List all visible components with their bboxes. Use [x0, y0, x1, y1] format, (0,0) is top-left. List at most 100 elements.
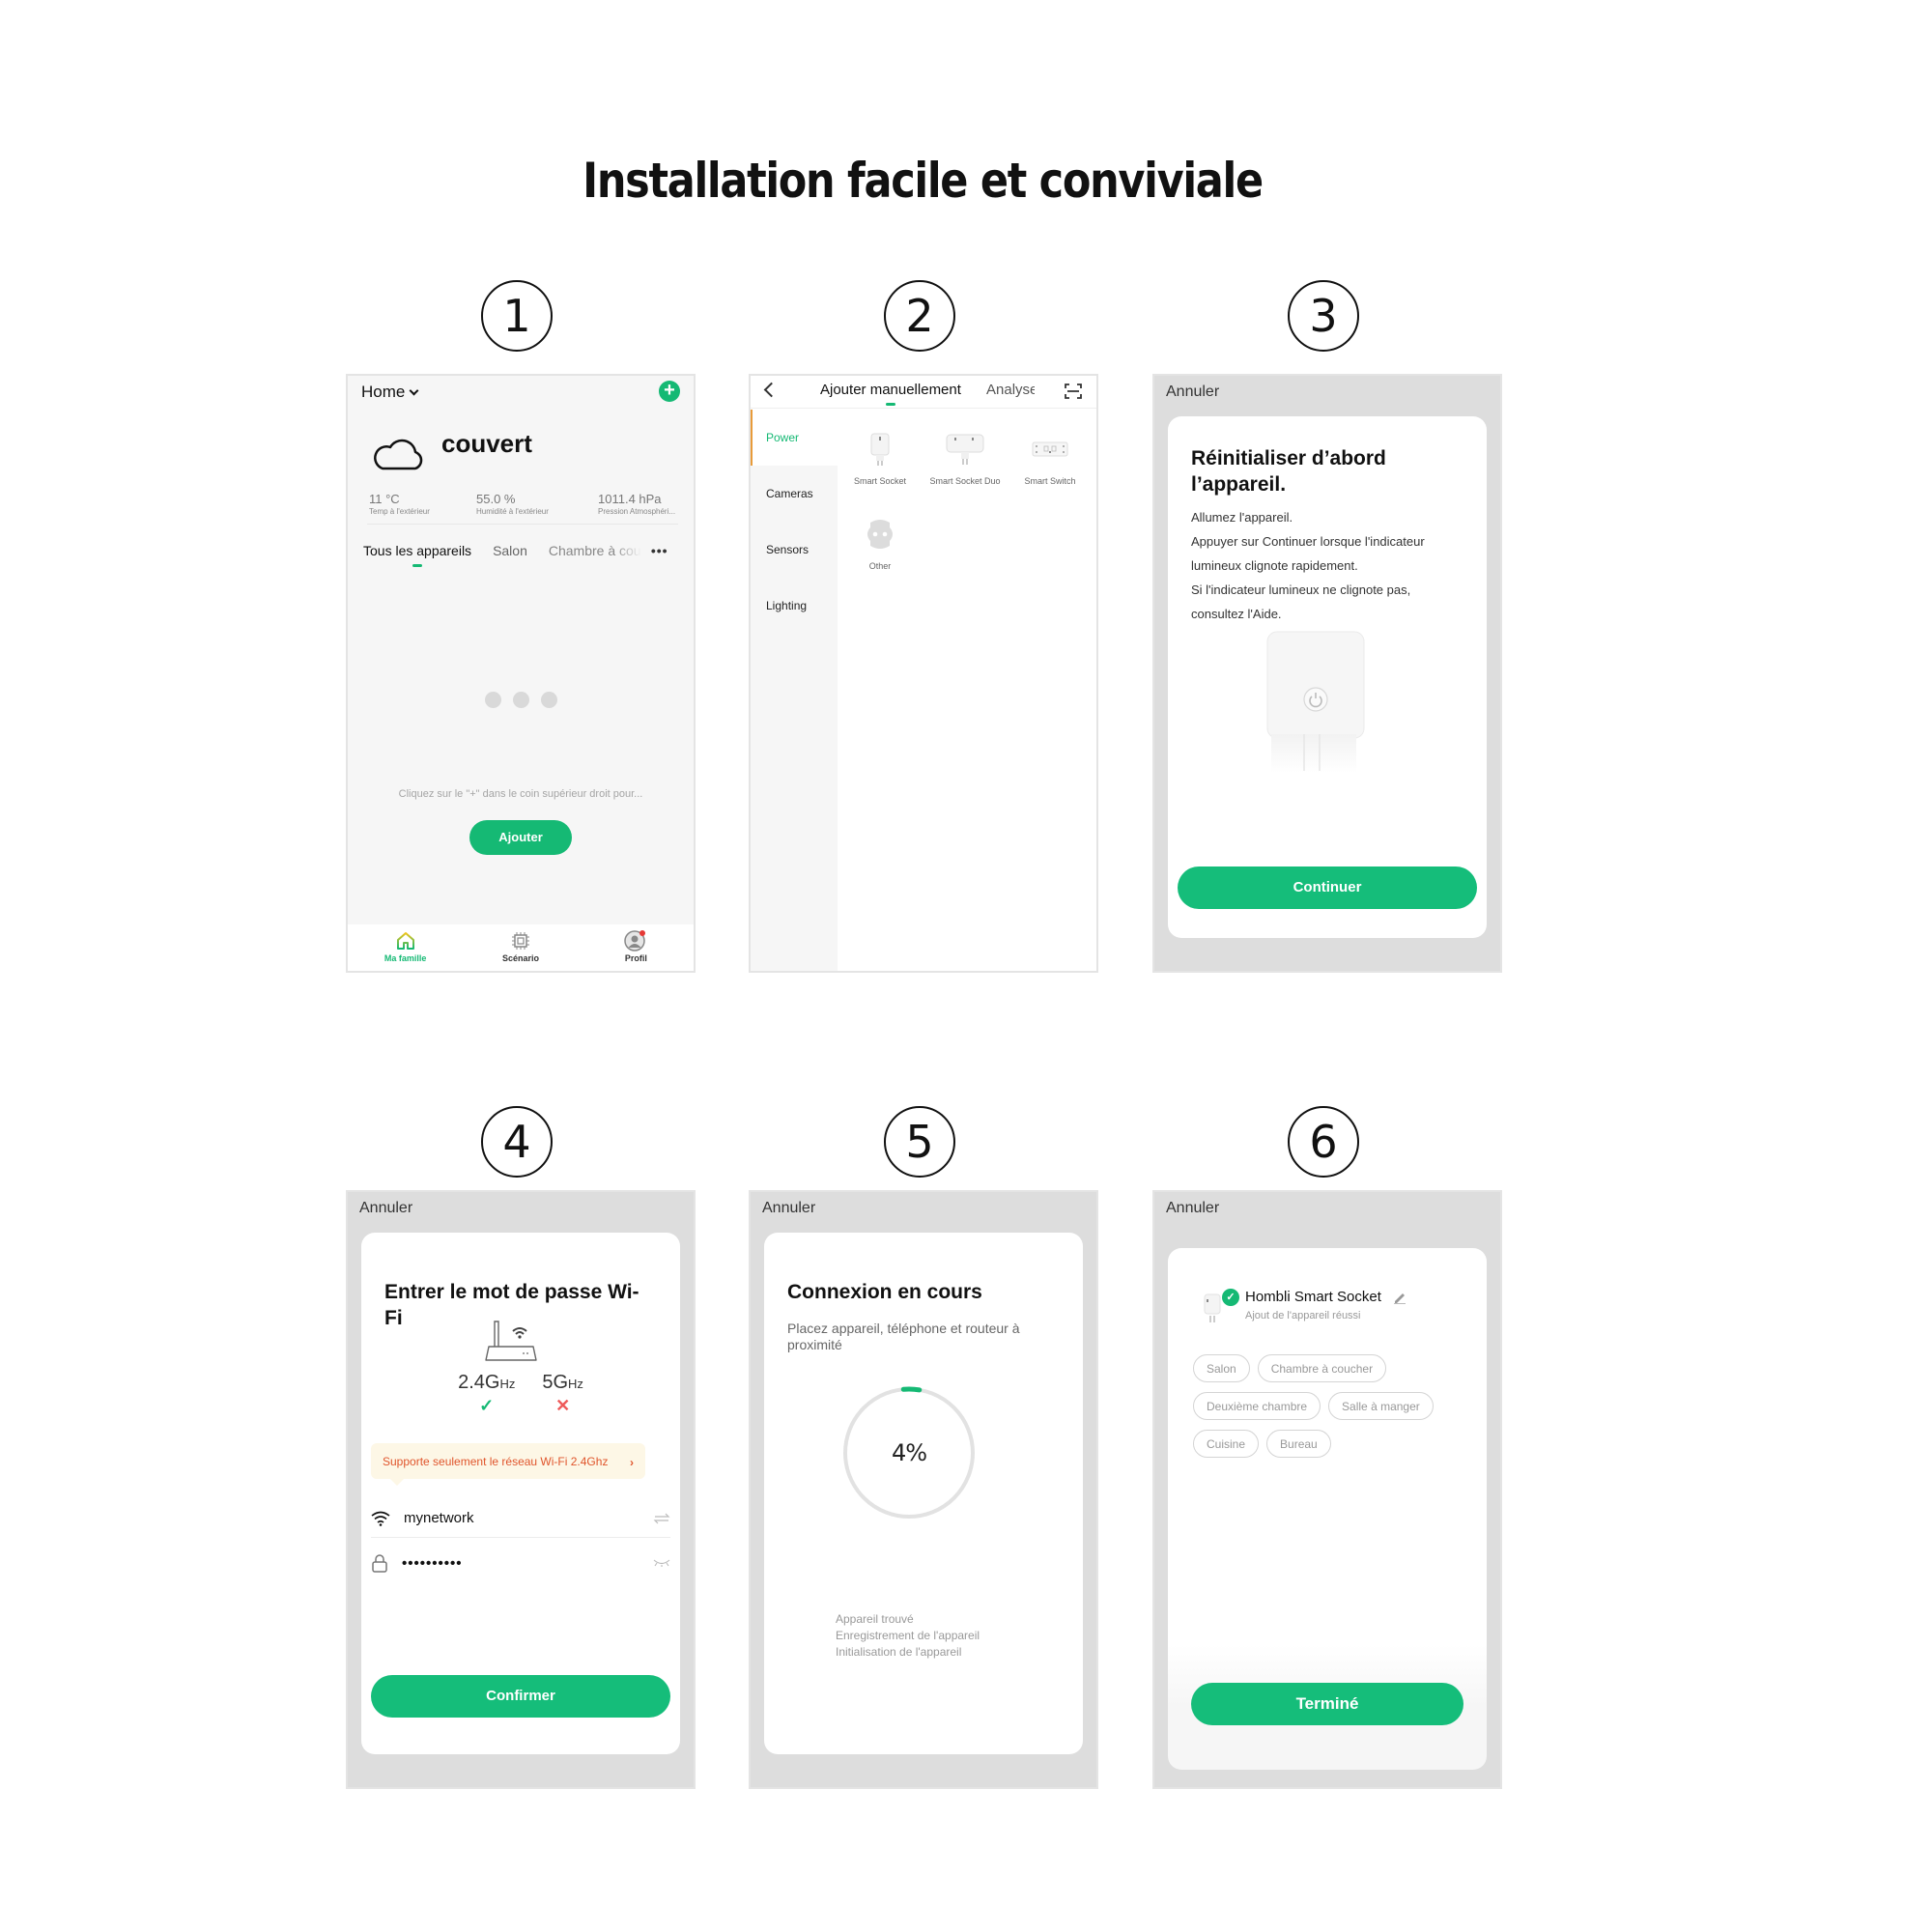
page-title: Installation facile et conviviale: [582, 153, 1264, 209]
confirm-button[interactable]: Confirmer: [371, 1675, 670, 1718]
device-smart-socket-duo[interactable]: Smart Socket Duo: [923, 429, 1008, 487]
more-tabs-button[interactable]: •••: [651, 543, 668, 558]
device-label: Other: [868, 561, 892, 571]
nav-ma-famille[interactable]: Ma famille: [348, 924, 463, 971]
stat-value: 55.0 %: [476, 492, 516, 506]
smart-socket-image: [1266, 631, 1365, 773]
category-power[interactable]: Power: [751, 410, 838, 466]
progress-percent: 4%: [891, 1439, 927, 1466]
password-field[interactable]: ••••••••••: [371, 1544, 670, 1582]
frequency-support: 2.4GHz ✓ 5GHz ✕: [348, 1372, 694, 1416]
connection-step: Appareil trouvé: [836, 1612, 914, 1626]
check-icon: ✓: [479, 1396, 495, 1415]
add-button[interactable]: Ajouter: [469, 820, 572, 855]
phone-screen-add-device: Ajouter manuellement Analyser Power Came…: [749, 374, 1098, 973]
tab-add-manually[interactable]: Ajouter manuellement: [820, 382, 961, 406]
device-grid: Smart Socket Smart Socket Duo Smart Swit…: [838, 429, 1096, 599]
room-tabs: Tous les appareils Salon Chambre à couch…: [363, 543, 678, 567]
cancel-button[interactable]: Annuler: [762, 1200, 815, 1217]
nav-profil[interactable]: Profil: [579, 924, 694, 971]
ssid-value: mynetwork: [404, 1510, 474, 1526]
stat-pressure: 1011.4 hPa Pression Atmosphéri...: [598, 492, 675, 516]
connection-step: Initialisation de l'appareil: [836, 1645, 962, 1659]
smart-socket-icon: [870, 433, 890, 466]
done-button[interactable]: Terminé: [1191, 1683, 1463, 1725]
room-chip[interactable]: Bureau: [1266, 1430, 1331, 1458]
room-chip[interactable]: Deuxième chambre: [1193, 1392, 1321, 1420]
smart-socket-duo-icon: [946, 434, 984, 465]
added-device-row: ✓ Hombli Smart Socket: [1203, 1289, 1406, 1329]
router-icon: [485, 1321, 537, 1361]
phone-screen-home: Home + couvert 11 °C Temp à l'extérieur …: [346, 374, 696, 973]
phone-screen-reset: Annuler Réinitialiser d’abord l’appareil…: [1152, 374, 1502, 973]
connecting-heading: Connexion en cours: [787, 1281, 982, 1303]
category-sensors[interactable]: Sensors: [751, 522, 838, 578]
smart-socket-icon: [1204, 1293, 1221, 1322]
cancel-button[interactable]: Annuler: [359, 1200, 412, 1217]
category-lighting[interactable]: Lighting: [751, 578, 838, 634]
password-value: ••••••••••: [402, 1554, 463, 1572]
edit-pencil-icon[interactable]: [1393, 1291, 1406, 1304]
back-arrow-icon[interactable]: [763, 382, 780, 398]
stat-value: 11 °C: [369, 492, 400, 506]
step-number-4: 4: [481, 1106, 553, 1178]
tab-chambre[interactable]: Chambre à coucher: [549, 543, 641, 558]
freq-value: 2.4G: [458, 1372, 500, 1393]
room-chip[interactable]: Chambre à coucher: [1257, 1354, 1387, 1382]
cancel-button[interactable]: Annuler: [1166, 1200, 1219, 1217]
freq-5ghz: 5GHz ✕: [542, 1372, 583, 1416]
continue-button[interactable]: Continuer: [1178, 867, 1477, 909]
device-smart-socket[interactable]: Smart Socket: [838, 429, 923, 487]
chip-icon: [511, 932, 529, 950]
reset-instructions: Allumez l'appareil. Appuyer sur Continue…: [1191, 505, 1463, 626]
home-selector[interactable]: Home: [361, 383, 419, 402]
add-device-button[interactable]: +: [659, 381, 680, 402]
device-smart-switch[interactable]: Smart Switch: [1008, 429, 1093, 487]
tab-scan[interactable]: Analyser: [986, 382, 1035, 398]
bottom-nav: Ma famille Scénario Profil: [348, 924, 694, 971]
stat-label: Temp à l'extérieur: [369, 507, 430, 516]
room-chip[interactable]: Salon: [1193, 1354, 1250, 1382]
eye-closed-icon[interactable]: [653, 1558, 670, 1568]
loading-indicator: [348, 692, 694, 708]
divider: [367, 524, 678, 525]
room-chip[interactable]: Salle à manger: [1328, 1392, 1434, 1420]
tab-all-devices[interactable]: Tous les appareils: [363, 543, 471, 567]
phone-screen-connecting: Annuler Connexion en cours Placez appare…: [749, 1190, 1098, 1789]
tip-text: Supporte seulement le réseau Wi-Fi 2.4Gh…: [383, 1455, 609, 1468]
step-number-3: 3: [1288, 280, 1359, 352]
home-icon: [396, 932, 414, 950]
stat-humidity: 55.0 % Humidité à l'extérieur: [476, 492, 549, 516]
phone-screen-wifi: Annuler Entrer le mot de passe Wi-Fi 2.4…: [346, 1190, 696, 1789]
nav-label: Scénario: [501, 953, 539, 963]
success-check-icon: ✓: [1222, 1289, 1239, 1306]
cancel-button[interactable]: Annuler: [1166, 384, 1219, 401]
stat-temperature: 11 °C Temp à l'extérieur: [369, 492, 430, 516]
loading-dot: [512, 692, 529, 708]
switch-network-icon[interactable]: [653, 1513, 670, 1524]
wifi-tip-banner[interactable]: Supporte seulement le réseau Wi-Fi 2.4Gh…: [371, 1443, 645, 1486]
nav-scenario[interactable]: Scénario: [463, 924, 578, 971]
room-chips: Salon Chambre à coucher Deuxième chambre…: [1193, 1354, 1458, 1458]
freq-2-4ghz: 2.4GHz ✓: [458, 1372, 515, 1416]
freq-unit: Hz: [499, 1377, 516, 1391]
freq-value: 5G: [542, 1372, 569, 1393]
device-other[interactable]: Other: [838, 514, 923, 572]
instruction-line: Allumez l'appareil.: [1191, 510, 1293, 525]
phone-screen-success: Annuler ✓ Hombli Smart Socket Ajout de l…: [1152, 1190, 1502, 1789]
ssid-field[interactable]: mynetwork: [371, 1499, 670, 1538]
tab-salon[interactable]: Salon: [493, 543, 527, 558]
connection-step: Enregistrement de l'appareil: [836, 1629, 980, 1642]
step-number-6: 6: [1288, 1106, 1359, 1178]
device-label: Smart Socket: [853, 476, 907, 486]
room-chip[interactable]: Cuisine: [1193, 1430, 1260, 1458]
loading-dot: [484, 692, 501, 708]
loading-dot: [540, 692, 557, 708]
wifi-icon: [371, 1511, 390, 1526]
category-cameras[interactable]: Cameras: [751, 466, 838, 522]
scan-icon[interactable]: [1064, 382, 1083, 401]
profile-icon: [624, 930, 646, 952]
reset-heading: Réinitialiser d’abord l’appareil.: [1191, 447, 1386, 496]
connecting-subtitle: Placez appareil, téléphone et routeur à …: [787, 1321, 1020, 1352]
nav-label: Profil: [624, 953, 647, 963]
